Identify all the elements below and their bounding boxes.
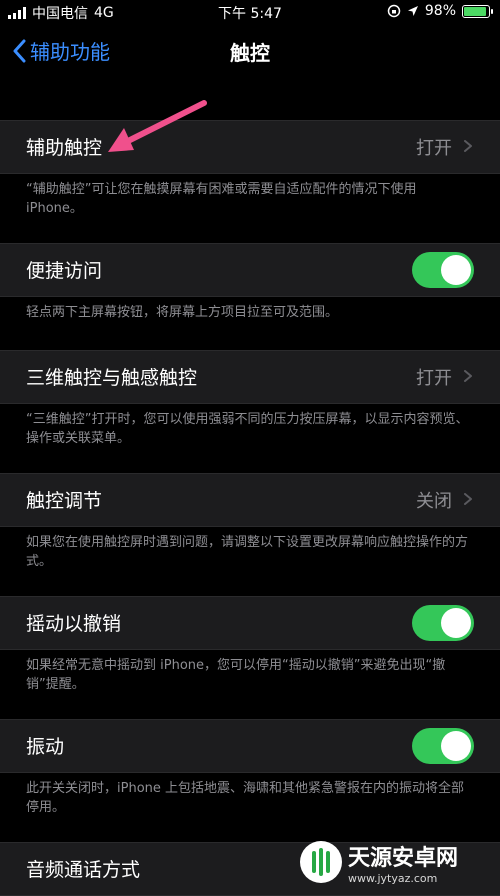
row-value: 打开 bbox=[416, 138, 452, 159]
chevron-right-icon bbox=[464, 370, 472, 382]
watermark-text: 天源安卓网 www.jytyaz.com bbox=[348, 840, 458, 885]
status-right: 98% bbox=[387, 3, 493, 19]
annotation-arrow-icon bbox=[108, 100, 207, 152]
battery-icon bbox=[462, 4, 493, 18]
shake-to-undo-toggle[interactable] bbox=[412, 605, 474, 641]
vibration-row: 振动 bbox=[0, 719, 500, 773]
row-value: 关闭 bbox=[416, 491, 452, 512]
row-label: 振动 bbox=[26, 736, 65, 758]
row-label: 摇动以撤销 bbox=[26, 613, 122, 635]
toggle-knob bbox=[441, 731, 471, 761]
toggle-knob bbox=[441, 608, 471, 638]
navigation-bar: 辅助功能 触控 bbox=[0, 24, 500, 76]
reachability-description: 轻点两下主屏幕按钮，将屏幕上方项目拉至可及范围。 bbox=[26, 305, 339, 320]
shake-to-undo-row: 摇动以撤销 bbox=[0, 596, 500, 650]
watermark-url: www.jytyaz.com bbox=[348, 871, 438, 885]
watermark-logo-icon bbox=[300, 841, 342, 883]
assistive-touch-description: “辅助触控”可让您在触摸屏幕有困难或需要自适应配件的情况下使用 iPhone。 bbox=[26, 182, 417, 216]
status-bar: 中国电信 4G 下午 5:47 98% bbox=[0, 0, 500, 24]
reachability-toggle[interactable] bbox=[412, 252, 474, 288]
reachability-row: 便捷访问 bbox=[0, 243, 500, 297]
row-value: 打开 bbox=[416, 368, 452, 389]
battery-percent: 98% bbox=[424, 3, 456, 19]
row-label: 三维触控与触感触控 bbox=[26, 367, 198, 389]
chevron-right-icon bbox=[464, 493, 472, 505]
vibration-description: 此开关关闭时，iPhone 上包括地震、海啸和其他紧急警报在内的振动将全部停用。 bbox=[26, 781, 465, 815]
location-icon bbox=[407, 6, 418, 16]
watermark-title: 天源安卓网 bbox=[348, 845, 459, 871]
assistive-touch-row[interactable]: 辅助触控 打开 bbox=[0, 120, 500, 174]
shake-to-undo-description: 如果经常无意中摇动到 iPhone，您可以停用“摇动以撤销”来避免出现“撤销”提… bbox=[26, 658, 446, 692]
touch-accommodations-description: 如果您在使用触控屏时遇到问题，请调整以下设置更改屏幕响应触控操作的方式。 bbox=[26, 535, 469, 569]
vibration-toggle[interactable] bbox=[412, 728, 474, 764]
battery-fill bbox=[464, 6, 486, 16]
row-label: 音频通话方式 bbox=[26, 859, 141, 881]
toggle-knob bbox=[441, 255, 471, 285]
touch-accommodations-row[interactable]: 触控调节 关闭 bbox=[0, 473, 500, 527]
chevron-right-icon bbox=[464, 140, 472, 152]
row-label: 便捷访问 bbox=[26, 260, 103, 282]
row-label: 触控调节 bbox=[26, 490, 103, 512]
watermark: 天源安卓网 www.jytyaz.com bbox=[300, 838, 496, 886]
row-label: 辅助触控 bbox=[26, 137, 103, 159]
rotation-lock-icon bbox=[387, 4, 401, 18]
page-title: 触控 bbox=[230, 41, 270, 65]
3d-touch-description: “三维触控”打开时，您可以使用强弱不同的压力按压屏幕，以显示内容预览、操作或关联… bbox=[26, 412, 469, 446]
3d-touch-row[interactable]: 三维触控与触感触控 打开 bbox=[0, 350, 500, 404]
